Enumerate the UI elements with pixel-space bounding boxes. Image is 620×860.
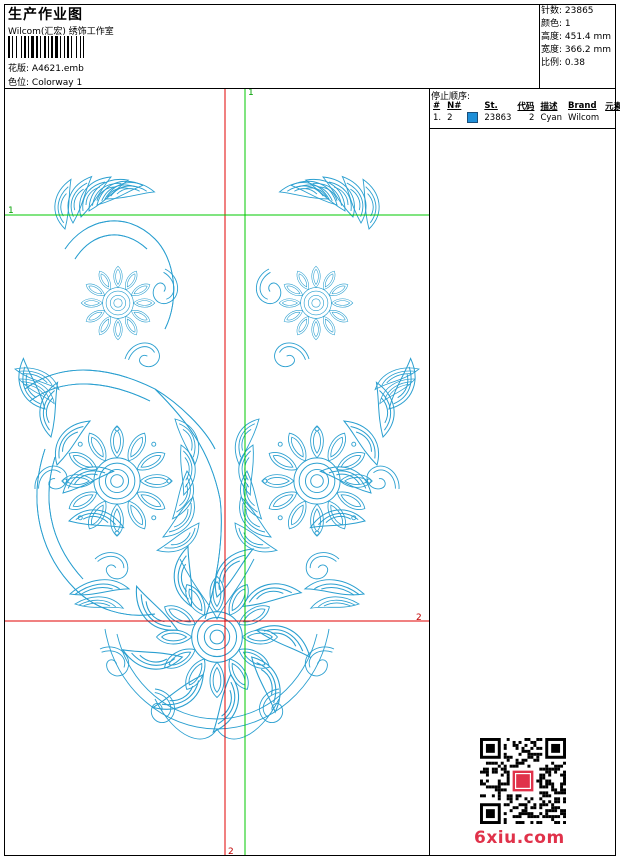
page-title: 生产作业图 bbox=[8, 7, 83, 23]
row-num: 1. bbox=[433, 112, 442, 123]
column-header: N# bbox=[447, 101, 462, 111]
sidebar-divider bbox=[429, 88, 430, 856]
color-swatch bbox=[467, 112, 479, 123]
design-stats: 针数: 23865 颜色: 1 高度: 451.4 mm 宽度: 366.2 m… bbox=[541, 5, 611, 70]
color-swatch-cell bbox=[464, 112, 481, 123]
stop-sequence-table: # N# St. 代码 描述 Brand 元素 1. 2 23863 2 Cya… bbox=[430, 100, 620, 123]
stat-stitches: 针数: 23865 bbox=[541, 6, 594, 16]
table-header-row: # N# St. 代码 描述 Brand 元素 bbox=[430, 100, 620, 112]
guide-label-top: 1 bbox=[248, 89, 254, 98]
design-file-value: A4621.emb bbox=[31, 64, 84, 74]
stat-width: 宽度: 366.2 mm bbox=[541, 45, 612, 55]
column-header: 描述 bbox=[540, 102, 558, 112]
row-code: 2 bbox=[529, 112, 535, 123]
colorway-value: Colorway 1 bbox=[31, 78, 83, 88]
row-stitches: 23863 bbox=[484, 112, 512, 123]
colorway-label: 色位: bbox=[8, 78, 30, 88]
stats-divider bbox=[539, 4, 540, 88]
row-n: 2 bbox=[447, 112, 453, 123]
column-header bbox=[464, 100, 481, 112]
table-row: 1. 2 23863 2 Cyan Wilcom bbox=[430, 112, 620, 123]
colorway-row: 色位: Colorway 1 bbox=[8, 75, 82, 88]
row-brand: Wilcom bbox=[568, 112, 600, 123]
stat-scale: 比例: 0.38 bbox=[541, 58, 585, 68]
guide-label-right: 2 bbox=[416, 613, 422, 623]
sequence-divider bbox=[429, 128, 616, 129]
column-header: # bbox=[433, 101, 441, 111]
column-header: St. bbox=[484, 101, 498, 111]
guide-label-bottom: 2 bbox=[228, 847, 234, 855]
column-header: 代码 bbox=[517, 102, 535, 112]
guide-label-left: 1 bbox=[8, 206, 14, 216]
watermark-logo: 6xiu.com bbox=[474, 828, 565, 848]
barcode bbox=[8, 36, 84, 58]
design-file-label: 花版: bbox=[8, 64, 30, 74]
stat-height: 高度: 451.4 mm bbox=[541, 32, 612, 42]
column-header: 元素 bbox=[605, 102, 620, 112]
row-description: Cyan bbox=[540, 112, 562, 123]
row-element bbox=[602, 112, 620, 123]
column-header: Brand bbox=[568, 101, 597, 111]
design-file-row: 花版: A4621.emb bbox=[8, 61, 84, 74]
qr-code bbox=[480, 738, 566, 824]
embroidery-canvas: 1 1 2 2 bbox=[5, 89, 429, 855]
stat-colors: 颜色: 1 bbox=[541, 19, 571, 29]
